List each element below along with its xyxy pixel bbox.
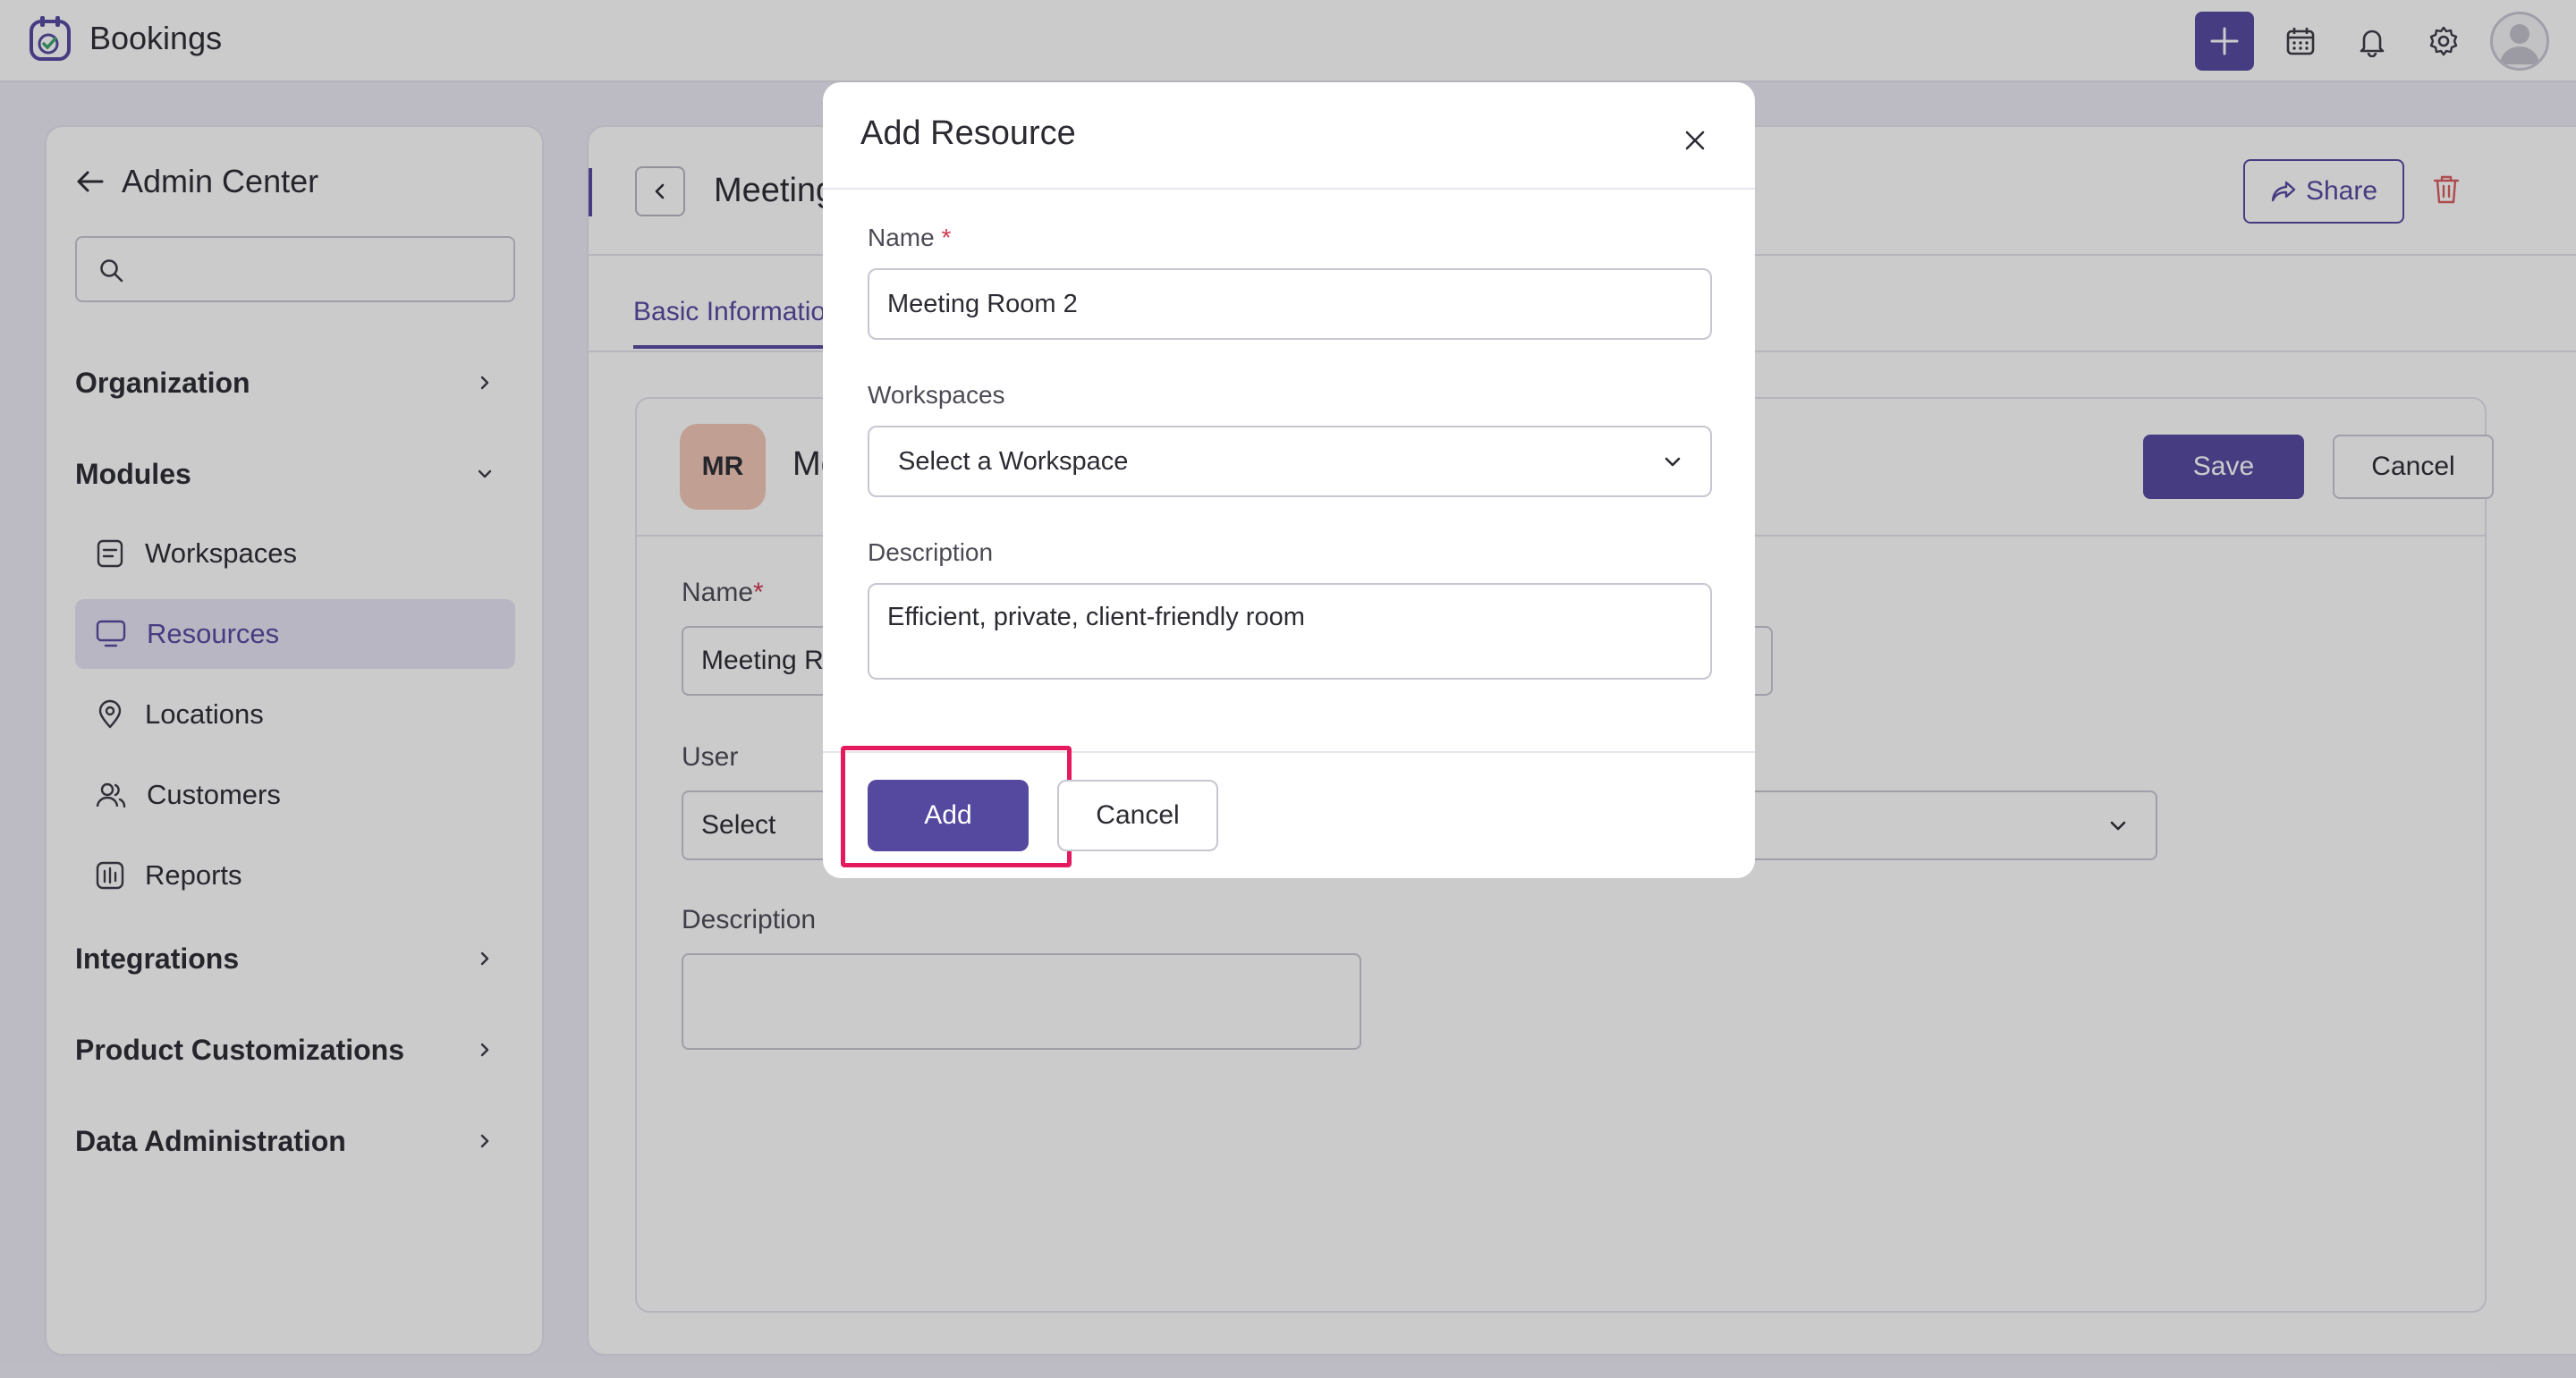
dialog-title: Add Resource [860,114,1076,152]
add-resource-dialog: Add Resource Name * Workspaces Select a … [823,82,1755,878]
divider [823,188,1755,190]
name-label: Name * [868,224,951,252]
chevron-down-icon [1665,457,1681,467]
workspace-select-value: Select a Workspace [898,446,1129,476]
workspace-select[interactable]: Select a Workspace [868,426,1712,497]
workspaces-label: Workspaces [868,381,1005,409]
close-icon [1685,131,1705,150]
required-mark: * [941,224,952,251]
description-label: Description [868,538,994,566]
add-button[interactable]: Add [868,780,1029,851]
resource-name-input[interactable] [868,268,1712,340]
description-textarea[interactable]: Efficient, private, client-friendly room [868,583,1712,680]
close-button[interactable] [1673,118,1717,163]
cancel-button[interactable]: Cancel [1057,780,1218,851]
label-text: Name [868,224,935,251]
